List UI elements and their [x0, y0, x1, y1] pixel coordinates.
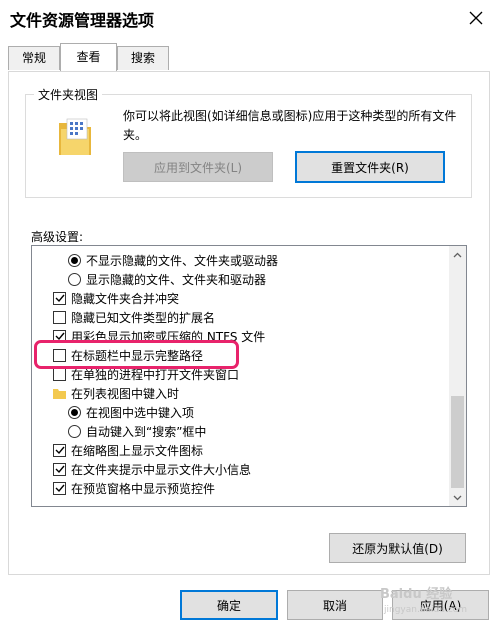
tab-view[interactable]: 查看: [60, 43, 117, 71]
annotation-highlight: [34, 340, 239, 369]
list-item[interactable]: 不显示隐藏的文件、文件夹或驱动器: [68, 251, 278, 269]
list-scrollbar[interactable]: [449, 246, 466, 506]
checkbox-checked[interactable]: [53, 462, 66, 476]
scroll-down-button[interactable]: [449, 489, 466, 506]
check-icon: [55, 294, 65, 303]
radio-unchecked[interactable]: [68, 272, 81, 286]
list-item[interactable]: 隐藏已知文件类型的扩展名: [53, 308, 215, 326]
reset-folders-button[interactable]: 重置文件夹(R): [295, 151, 445, 183]
folder-view-icon: [59, 118, 91, 155]
watermark: Baidu 经验 jingyan.baidu.com: [380, 583, 496, 623]
ok-button[interactable]: 确定: [180, 590, 278, 620]
list-item[interactable]: 隐藏文件夹合并冲突: [53, 289, 179, 307]
check-icon: [55, 446, 65, 455]
checkbox-unchecked[interactable]: [53, 367, 66, 381]
radio-unchecked[interactable]: [68, 424, 81, 438]
restore-defaults-button[interactable]: 还原为默认值(D): [329, 533, 466, 563]
checkbox-checked[interactable]: [53, 481, 66, 495]
watermark-url: jingyan.baidu.com: [384, 605, 468, 615]
list-item[interactable]: 在缩略图上显示文件图标: [53, 441, 203, 459]
folder-icon: [53, 388, 66, 399]
title-bar: 文件资源管理器选项: [0, 0, 499, 36]
folder-views-title: 文件夹视图: [34, 86, 103, 103]
cancel-button[interactable]: 取消: [287, 590, 383, 620]
chevron-up-icon: [453, 252, 462, 257]
tab-search[interactable]: 搜索: [117, 46, 169, 70]
window-title: 文件资源管理器选项: [10, 11, 155, 30]
advanced-settings-label: 高级设置:: [31, 230, 84, 244]
folder-views-description: 你可以将此视图(如详细信息或图标)应用于这种类型的所有文件夹。: [123, 109, 457, 142]
close-icon: [469, 11, 483, 25]
list-item[interactable]: 显示隐藏的文件、文件夹和驱动器: [68, 270, 266, 288]
list-item[interactable]: 在文件夹提示中显示文件大小信息: [53, 460, 251, 478]
watermark-text: Baidu 经验: [380, 587, 453, 602]
advanced-settings-list[interactable]: 不显示隐藏的文件、文件夹或驱动器 显示隐藏的文件、文件夹和驱动器 隐藏文件夹合并…: [31, 245, 467, 507]
check-icon: [55, 484, 65, 493]
checkbox-checked[interactable]: [53, 291, 66, 305]
chevron-down-icon: [453, 495, 462, 500]
scroll-thumb[interactable]: [451, 396, 464, 488]
checkbox-unchecked[interactable]: [53, 310, 66, 324]
radio-checked[interactable]: [68, 405, 81, 419]
radio-checked[interactable]: [68, 253, 81, 267]
list-item[interactable]: 在视图中选中键入项: [68, 403, 194, 421]
scroll-up-button[interactable]: [449, 246, 466, 263]
list-item: 在列表视图中键入时: [53, 384, 179, 402]
list-item[interactable]: 在预览窗格中显示预览控件: [53, 479, 215, 497]
apply-to-folders-button[interactable]: 应用到文件夹(L): [123, 152, 273, 182]
tab-general[interactable]: 常规: [8, 46, 60, 70]
check-icon: [55, 465, 65, 474]
list-item[interactable]: 自动键入到“搜索”框中: [68, 422, 206, 440]
checkbox-checked[interactable]: [53, 443, 66, 457]
close-button[interactable]: [456, 2, 496, 34]
